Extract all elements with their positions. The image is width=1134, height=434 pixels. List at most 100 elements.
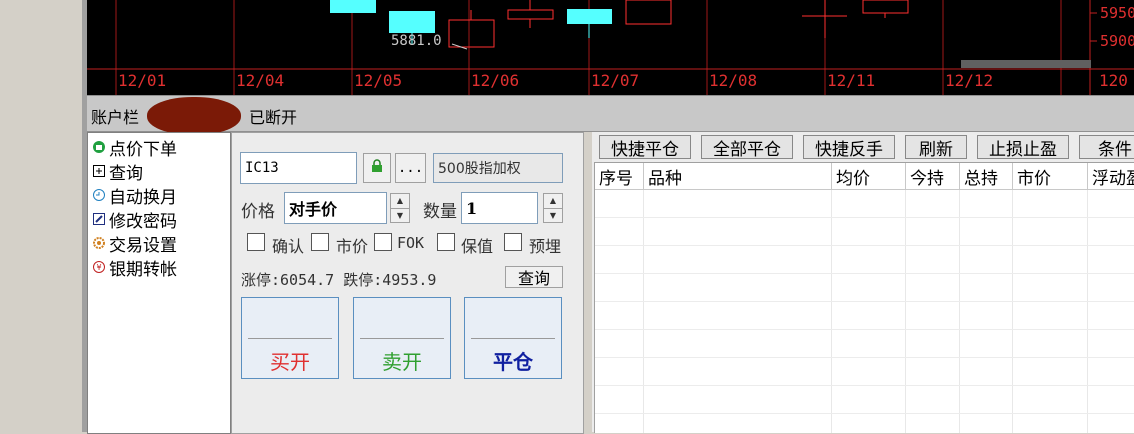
preset-checkbox[interactable] — [504, 233, 522, 251]
lock-button[interactable] — [363, 153, 391, 183]
row-divider — [595, 245, 1134, 246]
column-divider — [1087, 190, 1088, 433]
quantity-label: 数量 — [423, 202, 457, 222]
redacted-account-mark — [147, 97, 241, 135]
column-header[interactable]: 市价 — [1013, 163, 1088, 190]
price-axis-label: 5950 — [1100, 4, 1134, 22]
button-divider — [248, 338, 332, 339]
sell-open-label: 卖开 — [382, 350, 422, 374]
quick-close-button[interactable]: 快捷平仓 — [599, 135, 691, 159]
hedge-checkbox[interactable] — [437, 233, 455, 251]
hedge-label: 保值 — [461, 237, 494, 256]
row-divider — [595, 217, 1134, 218]
row-divider — [595, 301, 1134, 302]
menu-item-trade-settings[interactable]: 交易设置 — [92, 231, 177, 256]
more-button[interactable]: ... — [395, 153, 426, 183]
settings-icon — [92, 236, 106, 250]
row-divider — [595, 357, 1134, 358]
account-label: 账户栏 — [91, 108, 140, 127]
close-position-button[interactable]: 平仓 — [464, 297, 562, 379]
button-divider — [360, 338, 444, 339]
menu-item-order[interactable]: 点价下单 — [92, 135, 177, 160]
confirm-label: 确认 — [272, 237, 305, 256]
button-divider — [471, 338, 555, 339]
row-divider — [595, 413, 1134, 414]
price-type-input[interactable]: 对手价 — [284, 192, 387, 224]
function-menu: 点价下单 查询 自动换月 修改密码 交易设置 ¥ 银期转帐 — [87, 132, 231, 434]
market-price-label: 市价 — [336, 237, 369, 256]
sell-open-button[interactable]: 卖开 — [353, 297, 451, 379]
row-divider — [595, 385, 1134, 386]
date-label: 12/07 — [591, 71, 640, 90]
column-divider — [1012, 190, 1013, 433]
menu-item-label: 银期转帐 — [109, 259, 177, 280]
connection-status: 已断开 — [249, 108, 298, 127]
column-header[interactable]: 浮动盈 — [1088, 163, 1134, 190]
column-header[interactable]: 均价 — [832, 163, 906, 190]
menu-item-label: 修改密码 — [109, 211, 177, 232]
positions-table[interactable]: 序号 品种 均价 今持 总持 市价 浮动盈 — [594, 162, 1134, 433]
menu-item-auto-rollover[interactable]: 自动换月 — [92, 183, 177, 208]
menu-item-label: 交易设置 — [109, 235, 177, 256]
svg-text:¥: ¥ — [96, 263, 101, 272]
chart-low-annotation: 5881.0 — [391, 33, 442, 49]
plus-box-icon — [92, 164, 106, 178]
column-header[interactable]: 品种 — [644, 163, 832, 190]
column-header[interactable]: 今持 — [906, 163, 960, 190]
spin-up-icon[interactable]: ▲ — [391, 194, 409, 209]
column-header[interactable]: 总持 — [960, 163, 1013, 190]
transfer-icon: ¥ — [92, 260, 106, 274]
left-window-edge — [0, 0, 83, 432]
edit-icon — [92, 212, 106, 226]
close-position-label: 平仓 — [493, 350, 533, 374]
refresh-button[interactable]: 刷新 — [905, 135, 967, 159]
price-limit-text: 涨停:6054.7 跌停:4953.9 — [241, 271, 437, 289]
date-label: 120 — [1099, 71, 1128, 90]
buy-open-button[interactable]: 买开 — [241, 297, 339, 379]
query-button[interactable]: 查询 — [505, 266, 563, 288]
column-divider — [643, 190, 644, 433]
stop-loss-profit-button[interactable]: 止损止盈 — [977, 135, 1069, 159]
kline-chart[interactable]: 5881.0 12/01 12/04 12/05 12/06 12/07 12/… — [87, 0, 1134, 95]
buy-open-label: 买开 — [270, 350, 310, 374]
column-divider — [831, 190, 832, 433]
spin-down-icon[interactable]: ▼ — [391, 209, 409, 223]
confirm-checkbox[interactable] — [247, 233, 265, 251]
contract-input[interactable]: IC13 — [240, 152, 357, 184]
date-label: 12/12 — [945, 71, 994, 90]
row-divider — [595, 273, 1134, 274]
menu-item-bank-transfer[interactable]: ¥ 银期转帐 — [92, 255, 177, 280]
account-bar: 账户栏 已断开 — [87, 95, 1134, 135]
date-label: 12/06 — [471, 71, 520, 90]
fok-checkbox[interactable] — [374, 233, 392, 251]
preset-label: 预埋 — [529, 237, 562, 256]
market-price-checkbox[interactable] — [311, 233, 329, 251]
row-divider — [595, 329, 1134, 330]
menu-item-label: 点价下单 — [109, 139, 177, 160]
position-panel: 快捷平仓 全部平仓 快捷反手 刷新 止损止盈 条件 序号 品种 均价 今持 总持… — [592, 132, 1134, 433]
order-icon — [92, 140, 106, 154]
contract-name-display: 500股指加权 — [433, 153, 563, 183]
quick-reverse-button[interactable]: 快捷反手 — [803, 135, 895, 159]
quantity-input[interactable]: 1 — [461, 192, 538, 224]
price-axis-label: 5900 — [1100, 32, 1134, 50]
close-all-button[interactable]: 全部平仓 — [701, 135, 793, 159]
lock-icon — [371, 159, 383, 177]
date-label: 12/01 — [118, 71, 167, 90]
date-label: 12/11 — [827, 71, 876, 90]
menu-item-query[interactable]: 查询 — [92, 159, 143, 184]
column-header[interactable]: 序号 — [595, 163, 644, 190]
cycle-icon — [92, 188, 106, 202]
date-label: 12/04 — [236, 71, 285, 90]
price-spinner[interactable]: ▲ ▼ — [390, 193, 410, 223]
menu-item-change-password[interactable]: 修改密码 — [92, 207, 177, 232]
menu-item-label: 自动换月 — [109, 187, 177, 208]
column-divider — [959, 190, 960, 433]
spin-down-icon[interactable]: ▼ — [544, 209, 562, 223]
spin-up-icon[interactable]: ▲ — [544, 194, 562, 209]
quantity-spinner[interactable]: ▲ ▼ — [543, 193, 563, 223]
menu-item-label: 查询 — [109, 163, 143, 184]
date-label: 12/05 — [354, 71, 403, 90]
conditional-order-button[interactable]: 条件 — [1079, 135, 1134, 159]
price-label: 价格 — [241, 202, 275, 222]
